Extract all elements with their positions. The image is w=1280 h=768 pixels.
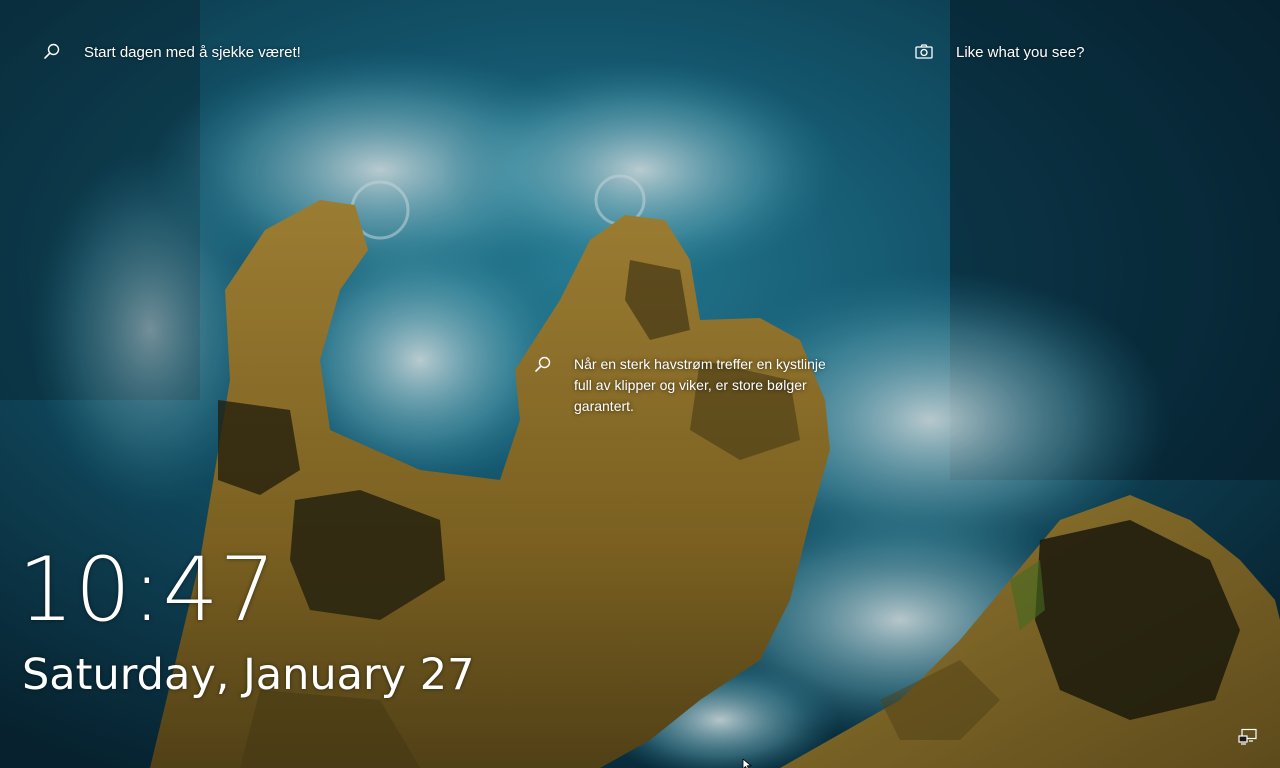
search-icon [42,42,62,62]
lock-screen[interactable]: Start dagen med å sjekke været! Like wha… [0,0,1280,768]
lock-screen-date: Saturday, January 27 [22,650,475,700]
mouse-cursor-icon [742,758,754,768]
network-icon[interactable] [1238,728,1258,746]
like-what-you-see-label: Like what you see? [956,43,1085,61]
camera-icon [914,42,934,62]
weather-prompt-label: Start dagen med å sjekke været! [84,43,301,61]
spotlight-fact-text: Når en sterk havstrøm treffer en kystlin… [574,356,826,414]
lock-screen-time: 10:47 [18,538,277,641]
weather-prompt-link[interactable]: Start dagen med å sjekke været! [42,38,301,66]
spotlight-fact-hotspot[interactable]: Når en sterk havstrøm treffer en kystlin… [533,354,833,417]
like-what-you-see-button[interactable]: Like what you see? [914,38,1084,66]
search-icon [533,355,553,375]
